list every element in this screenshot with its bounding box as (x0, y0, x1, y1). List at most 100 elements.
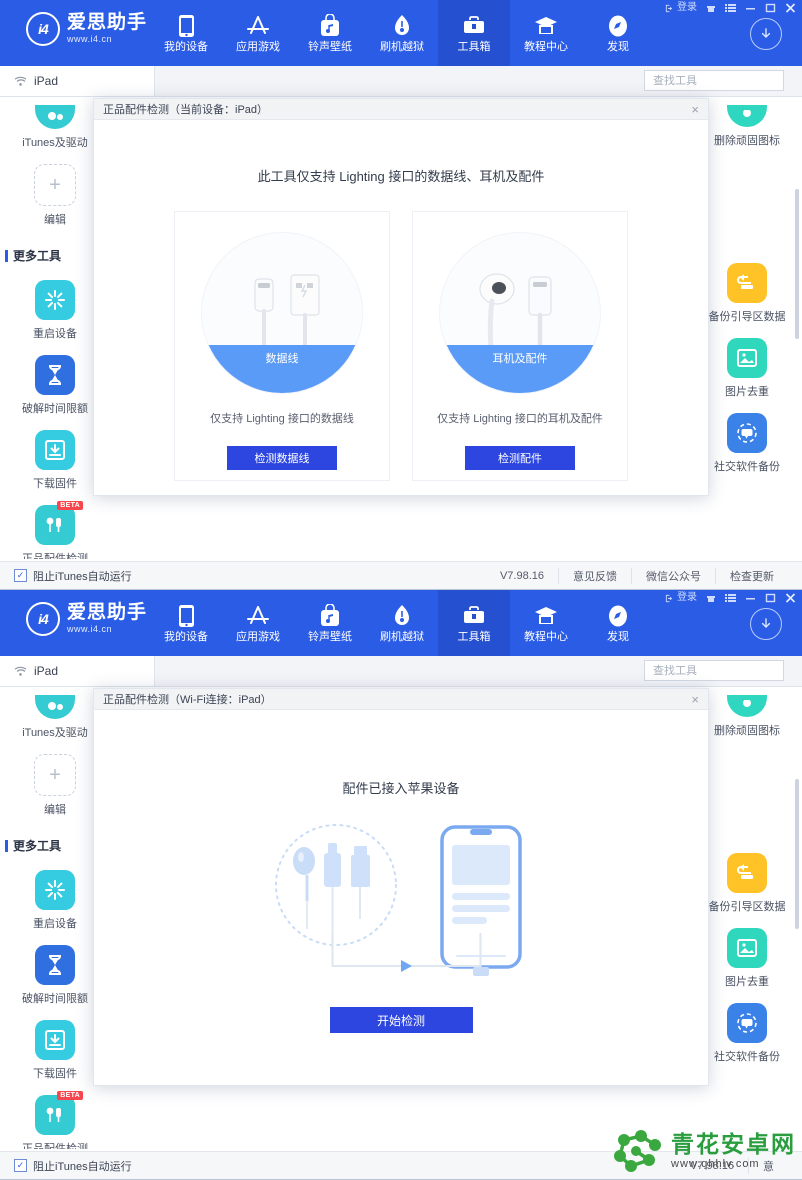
card-earphone: 耳机及配件 仅支持 Lighting 接口的耳机及配件 检测配件 (412, 211, 628, 481)
close-icon[interactable] (785, 593, 796, 603)
nav-item-apps-games[interactable]: 应用游戏 (222, 590, 294, 656)
detect-cable-button[interactable]: 检测数据线 (227, 446, 337, 470)
search-box[interactable] (644, 70, 797, 91)
flash-icon (393, 603, 411, 629)
device-tab[interactable]: iPad (0, 656, 155, 686)
close-icon[interactable]: × (691, 693, 699, 706)
tool-itunes-driver[interactable]: iTunes及驱动 (5, 105, 105, 150)
tool-accessory-check[interactable]: BETA 正品配件检测 (5, 501, 105, 559)
login-button[interactable]: 登录 (665, 593, 697, 603)
delete-icon (727, 695, 767, 717)
close-icon[interactable]: × (691, 103, 699, 116)
tool-edit[interactable]: + 编辑 (5, 164, 105, 227)
title-bar: 登录 i4 爱思助手 www.i4.cn 我的设备 应用游戏 铃声壁纸 刷机越狱… (0, 590, 802, 656)
tool-download-firmware[interactable]: 下载固件 (5, 430, 105, 491)
tool-accessory-check[interactable]: BETA 正品配件检测 (5, 1091, 105, 1149)
compass-icon (607, 603, 629, 629)
tool-backup-boot-data[interactable]: 备份引导区数据 (697, 853, 797, 914)
tool-restart-device[interactable]: 重启设备 (5, 870, 105, 931)
search-input[interactable] (651, 73, 797, 88)
gift-icon[interactable] (706, 593, 716, 603)
tool-crack-time-limit[interactable]: 破解时间限额 (5, 355, 105, 416)
nav-item-my-device[interactable]: 我的设备 (150, 590, 222, 656)
tool-label: 下载固件 (33, 478, 77, 490)
detect-accessory-button[interactable]: 检测配件 (465, 446, 575, 470)
tool-image-dedup[interactable]: 图片去重 (697, 338, 797, 399)
tool-label: 破解时间限额 (22, 993, 88, 1005)
nav-label: 铃声壁纸 (308, 631, 352, 643)
menu-icon[interactable] (725, 593, 736, 603)
nav-item-ringtone-wallpaper[interactable]: 铃声壁纸 (294, 0, 366, 66)
app-logo: i4 爱思助手 www.i4.cn (26, 602, 147, 636)
download-circle-icon[interactable] (750, 18, 782, 50)
earphone-icon: BETA (35, 501, 83, 545)
feedback-link[interactable]: 意见反馈 (558, 567, 631, 584)
vertical-scrollbar[interactable] (795, 779, 799, 929)
search-input[interactable] (651, 663, 797, 678)
dialog-body: 此工具仅支持 Lighting 接口的数据线、耳机及配件 数据线 仅支持 Lig… (94, 120, 708, 495)
nav-item-my-device[interactable]: 我的设备 (150, 0, 222, 66)
nav-item-apps-games[interactable]: 应用游戏 (222, 0, 294, 66)
logo-mark: i4 (26, 602, 60, 636)
tool-restart-device[interactable]: 重启设备 (5, 280, 105, 341)
card-band-label: 数据线 (265, 353, 299, 365)
download-circle-icon[interactable] (750, 608, 782, 640)
section-title: 更多工具 (13, 839, 62, 853)
watermark-name: 青花安卓网 (671, 1130, 796, 1157)
checkbox-icon[interactable]: ✓ (14, 569, 27, 582)
nav-item-toolbox[interactable]: 工具箱 (438, 0, 510, 66)
backup-icon (727, 853, 767, 893)
tool-crack-time-limit[interactable]: 破解时间限额 (5, 945, 105, 1006)
dialog-title: 正品配件检测（Wi-Fi连接：iPad） (103, 694, 272, 706)
card-band: 耳机及配件 (440, 345, 600, 393)
tool-download-firmware[interactable]: 下载固件 (5, 1020, 105, 1081)
nav-item-ringtone-wallpaper[interactable]: 铃声壁纸 (294, 590, 366, 656)
tool-backup-boot-data[interactable]: 备份引导区数据 (697, 263, 797, 324)
device-tab[interactable]: iPad (0, 66, 155, 96)
tool-image-dedup[interactable]: 图片去重 (697, 928, 797, 989)
tool-delete-stubborn-icon[interactable]: 删除顽固图标 (697, 105, 797, 148)
checkbox-icon[interactable]: ✓ (14, 1159, 27, 1172)
nav-item-discover[interactable]: 发现 (582, 0, 654, 66)
itunes-driver-icon (35, 695, 75, 719)
nav-item-tutorial-center[interactable]: 教程中心 (510, 590, 582, 656)
tool-social-backup[interactable]: 社交软件备份 (697, 413, 797, 474)
dialog-title: 正品配件检测（当前设备：iPad） (103, 104, 269, 116)
status-links: V7.98.16 意见反馈 微信公众号 检查更新 (500, 567, 788, 584)
block-itunes-checkbox[interactable]: ✓ 阻止iTunes自动运行 (14, 1158, 132, 1174)
nav-item-flash-jailbreak[interactable]: 刷机越狱 (366, 590, 438, 656)
tool-label: 社交软件备份 (714, 461, 780, 473)
nav-label: 发现 (607, 41, 629, 53)
tool-label: 破解时间限额 (22, 403, 88, 415)
search-box[interactable] (644, 660, 797, 681)
nav-item-toolbox[interactable]: 工具箱 (438, 590, 510, 656)
login-button[interactable]: 登录 (665, 3, 697, 13)
tool-delete-stubborn-icon[interactable]: 删除顽固图标 (697, 695, 797, 738)
dialog-body: 配件已接入苹果设备 开始检测 (94, 710, 708, 1085)
tool-label: 重启设备 (33, 328, 77, 340)
wechat-link[interactable]: 微信公众号 (631, 567, 715, 584)
nav-item-flash-jailbreak[interactable]: 刷机越狱 (366, 0, 438, 66)
nav-item-discover[interactable]: 发现 (582, 590, 654, 656)
maximize-icon[interactable] (765, 3, 776, 13)
graduation-icon (534, 603, 558, 629)
check-update-link[interactable]: 检查更新 (715, 567, 788, 584)
maximize-icon[interactable] (765, 593, 776, 603)
block-itunes-checkbox[interactable]: ✓ 阻止iTunes自动运行 (14, 568, 132, 584)
start-detect-button[interactable]: 开始检测 (329, 1007, 473, 1033)
tool-social-backup[interactable]: 社交软件备份 (697, 1003, 797, 1064)
vertical-scrollbar[interactable] (795, 189, 799, 339)
tool-itunes-driver[interactable]: iTunes及驱动 (5, 695, 105, 740)
status-bar: ✓ 阻止iTunes自动运行 V7.98.16 意见反馈 微信公众号 检查更新 (0, 561, 802, 589)
gift-icon[interactable] (706, 3, 716, 13)
minimize-icon[interactable] (745, 593, 756, 603)
music-bag-icon (320, 13, 340, 39)
tool-edit[interactable]: + 编辑 (5, 754, 105, 817)
logo-url: www.i4.cn (67, 33, 113, 44)
minimize-icon[interactable] (745, 3, 756, 13)
nav-item-tutorial-center[interactable]: 教程中心 (510, 0, 582, 66)
close-icon[interactable] (785, 3, 796, 13)
chat-backup-icon (727, 1003, 767, 1043)
earphone-icon: BETA (35, 1091, 83, 1135)
menu-icon[interactable] (725, 3, 736, 13)
